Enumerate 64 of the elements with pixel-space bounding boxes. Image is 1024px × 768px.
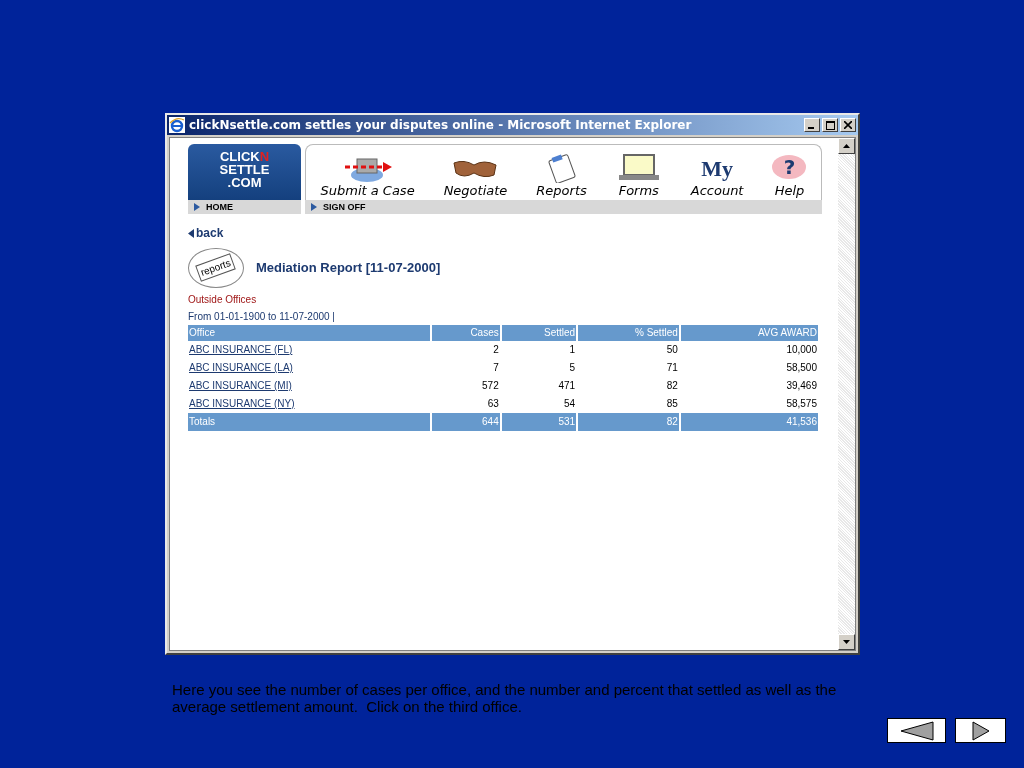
nav-link[interactable]: Reports [536, 153, 587, 198]
nav-link[interactable]: My Account [690, 155, 744, 198]
next-button[interactable] [955, 718, 1006, 743]
left-arrow-icon [898, 720, 935, 741]
nav-link[interactable]: Forms [615, 153, 662, 198]
office-link[interactable]: ABC INSURANCE (FL) [189, 344, 293, 355]
report-title: Mediation Report [11-07-2000] [256, 260, 441, 275]
computer-icon [342, 155, 393, 183]
back-link[interactable]: back [188, 226, 224, 240]
table-cell-text: 82 [665, 379, 679, 393]
previous-button[interactable] [887, 718, 946, 743]
date-range: From 01-01-1900 to 11-07-2000 | [188, 310, 336, 322]
triangle-icon [188, 228, 194, 238]
table-cell-text: 85 [665, 397, 679, 411]
column-header: Office [188, 324, 430, 341]
account-icon: My [701, 155, 733, 183]
totals-cell: 531 [501, 412, 577, 431]
column-header: Cases [431, 324, 500, 341]
table-cell-text: 39,469 [785, 379, 818, 393]
table-cell-text: 7 [492, 361, 500, 375]
subnav-link[interactable]: SIGN OFF [305, 200, 822, 214]
window-title: clickNsettle.com settles your disputes online - Microsoft Internet Explorer [189, 118, 693, 132]
table-cell-text: 58,500 [785, 361, 818, 375]
table-cell-text: 572 [481, 379, 500, 393]
totals-cell: 644 [431, 412, 500, 431]
column-header: Settled [501, 324, 577, 341]
office-link[interactable]: ABC INSURANCE (MI) [189, 380, 292, 391]
scrollbar[interactable] [838, 138, 855, 650]
nav-link[interactable]: Submit a Case [320, 155, 415, 198]
totals-cell: 82 [578, 412, 679, 431]
section-label: Outside Offices [188, 293, 258, 305]
close-icon [844, 121, 852, 129]
office-link[interactable]: ABC INSURANCE (NY) [189, 398, 295, 409]
slide-caption: Here you see the number of cases per office, and the number and percent that settled as well as the average settlement amount. Click on the third office. [172, 681, 838, 717]
help-icon: ? [772, 155, 807, 179]
close-button[interactable] [840, 118, 856, 132]
table-cell-text: 471 [557, 379, 577, 393]
down-arrow-icon [843, 640, 850, 644]
triangle-icon [194, 203, 200, 211]
totals-cell: Totals [188, 412, 430, 431]
minimize-button[interactable] [804, 118, 820, 132]
maximize-icon [825, 120, 835, 130]
up-arrow-icon [843, 144, 850, 148]
table-cell-text: 58,575 [785, 397, 818, 411]
nav-link[interactable]: ? Help [772, 155, 807, 198]
nav-link[interactable]: Negotiate [443, 155, 508, 198]
browser-logo-icon [169, 117, 185, 133]
office-link[interactable]: ABC INSURANCE (LA) [189, 362, 293, 373]
site-logo[interactable]: CLICKN SETTLE .COM [188, 144, 301, 200]
subnav-link[interactable]: HOME [188, 200, 301, 214]
maximize-button[interactable] [822, 118, 838, 132]
totals-cell: 41,536 [680, 412, 818, 431]
table-cell-text: 10,000 [785, 343, 818, 357]
right-arrow-icon [970, 720, 991, 741]
triangle-icon [311, 203, 317, 211]
table-cell-text: 63 [486, 397, 500, 411]
column-header: % Settled [578, 324, 679, 341]
table-cell-text: 2 [492, 343, 500, 357]
table-cell-text: 5 [568, 361, 577, 375]
column-header: AVG AWARD [680, 324, 818, 341]
table-cell-text: 54 [563, 397, 577, 411]
table-cell-text: 1 [568, 343, 577, 357]
table-cell-text: 71 [665, 361, 679, 375]
table-cell-text: 50 [665, 343, 679, 357]
